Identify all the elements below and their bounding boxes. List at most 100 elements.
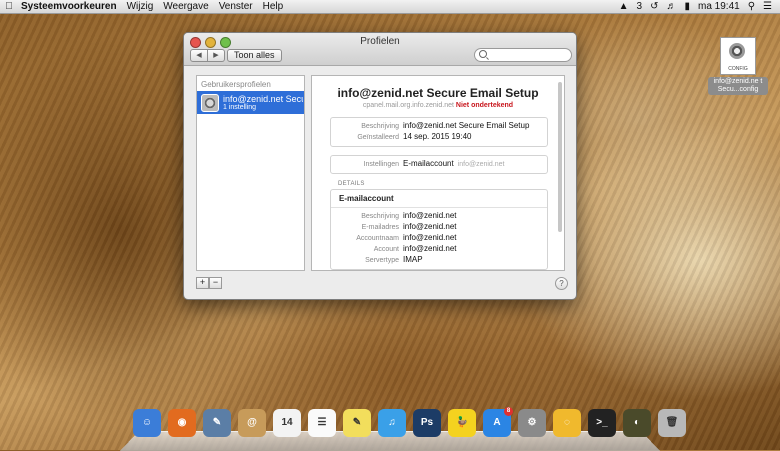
terminal-icon[interactable]: >_ (588, 409, 616, 437)
menu-bar:  Systeemvoorkeuren Wijzig Weergave Vens… (0, 0, 780, 14)
sidebar-heading: Gebruikersprofielen (201, 80, 271, 89)
account-details-box: E-mailaccount Beschrijving info@zenid.ne… (330, 189, 548, 270)
detail-label: Beschrijving (361, 213, 399, 220)
search-input[interactable] (474, 48, 572, 62)
disk-utility-icon[interactable]: ◐ (623, 409, 651, 437)
menu-window[interactable]: Venster (216, 1, 260, 12)
signed-status: Niet ondertekend (455, 102, 514, 109)
app-store-badge: 8 (504, 407, 513, 416)
detail-label: Accountnaam (356, 235, 399, 242)
detail-row: E-mailadres info@zenid.net (331, 222, 547, 233)
menu-extras: ▲ 3 ↺ ♬ ▮ ma 19:41 ⚲ ☰ (619, 1, 780, 12)
volume-icon[interactable]: ♬ (666, 1, 676, 12)
show-all-button[interactable]: Toon alles (227, 49, 282, 62)
detail-label: Account (373, 246, 399, 253)
desktop-config-file[interactable]: CONFIG info@zenid.ne t Secu...config (708, 37, 768, 95)
installed-row: Geïnstalleerd 14 sep. 2015 19:40 (331, 132, 547, 143)
firefox-icon[interactable]: ◉ (168, 409, 196, 437)
back-button[interactable]: ◀ (190, 49, 208, 62)
contacts-icon[interactable]: @ (238, 409, 266, 437)
cyberduck-icon[interactable]: 🦆 (448, 409, 476, 437)
clock[interactable]: ma 19:41 (698, 1, 740, 12)
dock-glyph: ✎ (212, 417, 222, 428)
dock-glyph: 14 (281, 417, 293, 428)
dock-glyph: ♫ (388, 417, 396, 428)
config-file-name: info@zenid.ne t Secu...config (708, 77, 768, 95)
sidebar-item-profile[interactable]: info@zenid.net Secure... 1 instelling (197, 91, 304, 114)
remove-profile-button[interactable]: − (209, 277, 222, 289)
dock: ☺ ◉ ✎ @14 ☰ ✎ ♫ Ps 🦆 A 8 ⚙ ◌ >_ ◐ 🗑 (133, 407, 686, 437)
itunes-icon[interactable]: ♫ (378, 409, 406, 437)
description-row: Beschrijving info@zenid.net Secure Email… (331, 121, 547, 132)
profiles-window: Profielen ◀ ▶ Toon alles Gebruikersprofi… (183, 32, 577, 300)
profile-gear-icon (201, 93, 219, 112)
menu-edit[interactable]: Wijzig (124, 1, 161, 12)
preview-icon[interactable]: ✎ (203, 409, 231, 437)
menu-app[interactable]: Systeemvoorkeuren (18, 1, 124, 12)
nav-buttons: ◀ ▶ (190, 49, 225, 62)
dock-glyph: ☺ (141, 417, 153, 428)
add-profile-button[interactable]: + (196, 277, 209, 289)
config-file-icon: CONFIG (720, 37, 756, 75)
detail-row: Account info@zenid.net (331, 244, 547, 255)
battery-icon[interactable]: ▮ (684, 1, 690, 12)
settings-label: Instellingen (363, 161, 399, 168)
list-icon[interactable]: ☰ (763, 1, 772, 12)
profile-name: info@zenid.net Secure... (223, 93, 303, 104)
dock-glyph: 🦆 (455, 417, 469, 428)
dock-glyph: ◐ (633, 417, 641, 428)
notification-count[interactable]: 3 (637, 1, 643, 12)
dock-glyph: @ (247, 417, 257, 428)
adobe-icon[interactable]: ▲ (619, 1, 629, 12)
settings-value: E-mailaccount info@zenid.net (403, 159, 505, 168)
profiles-sidebar: Gebruikersprofielen info@zenid.net Secur… (196, 75, 305, 271)
detail-row: Beschrijving info@zenid.net (331, 211, 547, 222)
dock-glyph: 🗑 (665, 417, 679, 428)
details-heading: DETAILS (338, 181, 365, 187)
detail-label: E-mailadres (361, 224, 399, 231)
detail-row: Accountnaam info@zenid.net (331, 233, 547, 244)
dock-glyph: ☰ (317, 417, 327, 428)
help-button[interactable]: ? (555, 277, 568, 290)
detail-value: info@zenid.net (403, 244, 457, 253)
description-label: Beschrijving (361, 123, 399, 130)
installed-value: 14 sep. 2015 19:40 (403, 132, 472, 141)
dock-glyph: ◌ (564, 417, 570, 428)
calendar-icon[interactable]: 14 (273, 409, 301, 437)
dock-glyph: A (493, 417, 501, 428)
search-icon[interactable]: ⚲ (748, 1, 755, 12)
profile-detail-pane: info@zenid.net Secure Email Setup cpanel… (311, 75, 565, 271)
dock-glyph: ◉ (177, 417, 187, 428)
system-preferences-icon[interactable]: ⚙ (518, 409, 546, 437)
search-field-icon (479, 50, 487, 58)
menu-view[interactable]: Weergave (160, 1, 215, 12)
reminders-icon[interactable]: ☰ (308, 409, 336, 437)
account-title: E-mailaccount (331, 193, 547, 208)
settings-row: Instellingen E-mailaccount info@zenid.net (331, 159, 547, 170)
gear-icon (729, 43, 745, 59)
title-bar: Profielen ◀ ▶ Toon alles (184, 33, 576, 66)
dock-glyph: ⚙ (527, 417, 537, 428)
detail-value: IMAP (403, 255, 423, 264)
forward-button[interactable]: ▶ (208, 49, 225, 62)
app-store-icon[interactable]: A8 (483, 407, 513, 437)
trash-icon[interactable]: 🗑 (658, 409, 686, 437)
summary-box: Beschrijving info@zenid.net Secure Email… (330, 117, 548, 147)
photoshop-icon[interactable]: Ps (413, 409, 441, 437)
adium-icon[interactable]: ◌ (553, 409, 581, 437)
profile-setting-count: 1 instelling (223, 103, 257, 111)
origin-host: cpanel.mail.org.info.zenid.net (362, 102, 454, 109)
apple-menu-icon[interactable]:  (0, 1, 18, 12)
stickies-icon[interactable]: ✎ (343, 409, 371, 437)
installed-label: Geïnstalleerd (357, 134, 399, 141)
settings-box: Instellingen E-mailaccount info@zenid.net (330, 155, 548, 174)
dock-glyph: >_ (596, 417, 608, 428)
finder-icon[interactable]: ☺ (133, 409, 161, 437)
dock-glyph: ✎ (352, 417, 362, 428)
detail-label: Servertype (365, 257, 399, 264)
detail-value: info@zenid.net (403, 222, 457, 231)
time-machine-icon[interactable]: ↺ (650, 1, 658, 12)
menu-help[interactable]: Help (260, 1, 291, 12)
detail-scrollbar[interactable] (558, 82, 562, 232)
profile-origin: cpanel.mail.org.info.zenid.net Niet onde… (312, 102, 564, 109)
